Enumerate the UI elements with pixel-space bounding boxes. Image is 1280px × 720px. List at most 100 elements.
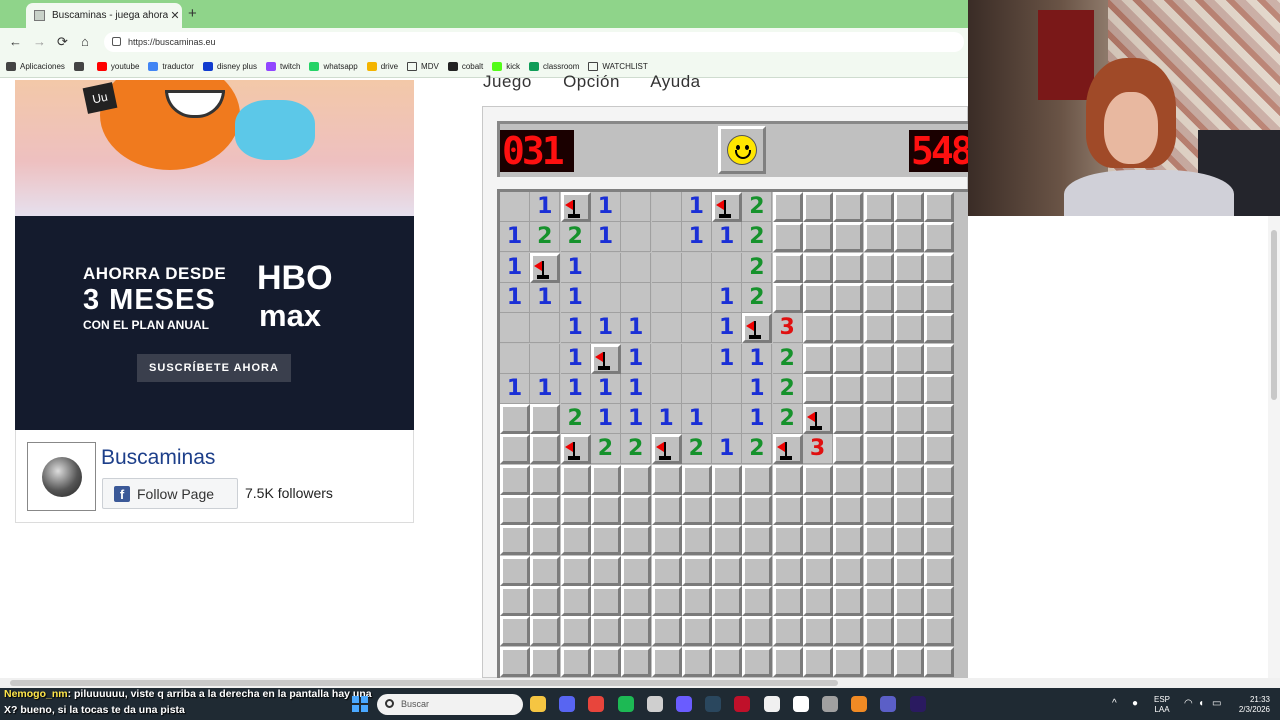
streamlabs-icon[interactable] [676, 696, 692, 712]
unrevealed-cell[interactable] [590, 464, 621, 495]
site-info-icon[interactable] [112, 37, 121, 46]
facebook-page-name[interactable]: Buscaminas [101, 446, 215, 470]
number-cell[interactable]: 1 [712, 222, 743, 253]
unrevealed-cell[interactable] [924, 222, 955, 253]
unrevealed-cell[interactable] [924, 525, 955, 556]
unrevealed-cell[interactable] [621, 646, 652, 677]
unrevealed-cell[interactable] [772, 464, 803, 495]
unrevealed-cell[interactable] [500, 464, 530, 495]
number-cell[interactable]: 1 [621, 404, 652, 435]
unrevealed-cell[interactable] [681, 585, 712, 616]
unrevealed-cell[interactable] [621, 585, 652, 616]
unrevealed-cell[interactable] [833, 555, 864, 586]
unrevealed-cell[interactable] [924, 404, 955, 435]
premiere-icon[interactable] [909, 696, 926, 712]
number-cell[interactable]: 1 [681, 404, 712, 435]
unrevealed-cell[interactable] [500, 434, 530, 465]
unrevealed-cell[interactable] [772, 585, 803, 616]
flagged-cell[interactable] [772, 434, 803, 465]
unrevealed-cell[interactable] [924, 343, 955, 374]
unrevealed-cell[interactable] [863, 464, 894, 495]
unrevealed-cell[interactable] [863, 282, 894, 313]
unrevealed-cell[interactable] [924, 373, 955, 404]
unrevealed-cell[interactable] [772, 555, 803, 586]
recorder-icon[interactable] [734, 696, 751, 712]
unrevealed-cell[interactable] [590, 646, 621, 677]
unrevealed-cell[interactable] [803, 343, 833, 374]
number-cell[interactable]: 2 [772, 404, 803, 435]
unrevealed-cell[interactable] [681, 616, 712, 647]
unrevealed-cell[interactable] [803, 646, 833, 677]
minesweeper-board[interactable]: 1112122111211211112111131111211111122111… [500, 192, 984, 678]
empty-cell[interactable] [590, 282, 621, 313]
unrevealed-cell[interactable] [924, 192, 955, 222]
unrevealed-cell[interactable] [651, 616, 682, 647]
empty-cell[interactable] [681, 343, 712, 374]
unrevealed-cell[interactable] [772, 252, 803, 283]
empty-cell[interactable] [621, 192, 652, 222]
unrevealed-cell[interactable] [893, 222, 924, 253]
unrevealed-cell[interactable] [742, 555, 773, 586]
unrevealed-cell[interactable] [712, 616, 743, 647]
unrevealed-cell[interactable] [803, 525, 833, 556]
flagged-cell[interactable] [742, 313, 773, 344]
number-cell[interactable]: 2 [621, 434, 652, 465]
unrevealed-cell[interactable] [924, 616, 955, 647]
number-cell[interactable]: 1 [500, 222, 530, 253]
language-indicator[interactable]: ESP LAA [1154, 695, 1170, 715]
number-cell[interactable]: 2 [772, 373, 803, 404]
unrevealed-cell[interactable] [500, 585, 530, 616]
number-cell[interactable]: 1 [560, 343, 591, 374]
unrevealed-cell[interactable] [560, 525, 591, 556]
empty-cell[interactable] [651, 192, 682, 222]
number-cell[interactable]: 1 [590, 313, 621, 344]
empty-cell[interactable] [621, 282, 652, 313]
unrevealed-cell[interactable] [742, 464, 773, 495]
unrevealed-cell[interactable] [772, 646, 803, 677]
unrevealed-cell[interactable] [742, 585, 773, 616]
page-avatar[interactable] [27, 442, 96, 511]
unrevealed-cell[interactable] [833, 404, 864, 435]
unrevealed-cell[interactable] [893, 585, 924, 616]
unrevealed-cell[interactable] [590, 525, 621, 556]
flagged-cell[interactable] [590, 343, 621, 374]
unrevealed-cell[interactable] [712, 555, 743, 586]
new-tab-button[interactable]: + [188, 5, 197, 22]
unrevealed-cell[interactable] [803, 373, 833, 404]
unrevealed-cell[interactable] [681, 464, 712, 495]
number-cell[interactable]: 1 [742, 343, 773, 374]
number-cell[interactable]: 2 [742, 222, 773, 253]
unrevealed-cell[interactable] [893, 373, 924, 404]
unrevealed-cell[interactable] [772, 616, 803, 647]
unrevealed-cell[interactable] [742, 525, 773, 556]
unrevealed-cell[interactable] [803, 282, 833, 313]
unrevealed-cell[interactable] [530, 464, 561, 495]
unrevealed-cell[interactable] [651, 646, 682, 677]
unrevealed-cell[interactable] [681, 525, 712, 556]
unrevealed-cell[interactable] [863, 192, 894, 222]
number-cell[interactable]: 1 [712, 343, 743, 374]
unrevealed-cell[interactable] [863, 252, 894, 283]
flagged-cell[interactable] [560, 192, 591, 222]
number-cell[interactable]: 1 [560, 373, 591, 404]
unrevealed-cell[interactable] [833, 192, 864, 222]
unrevealed-cell[interactable] [530, 585, 561, 616]
unrevealed-cell[interactable] [863, 646, 894, 677]
unrevealed-cell[interactable] [500, 495, 530, 525]
file-explorer-icon[interactable] [530, 696, 546, 712]
number-cell[interactable]: 1 [681, 192, 712, 222]
empty-cell[interactable] [621, 222, 652, 253]
unrevealed-cell[interactable] [530, 434, 561, 465]
unrevealed-cell[interactable] [530, 646, 561, 677]
empty-cell[interactable] [681, 252, 712, 283]
reset-smiley-button[interactable] [718, 126, 766, 174]
unrevealed-cell[interactable] [742, 495, 773, 525]
chevron-up-icon[interactable]: ^ [1112, 698, 1117, 709]
number-cell[interactable]: 2 [681, 434, 712, 465]
unrevealed-cell[interactable] [924, 282, 955, 313]
unrevealed-cell[interactable] [924, 585, 955, 616]
empty-cell[interactable] [681, 373, 712, 404]
number-cell[interactable]: 1 [590, 404, 621, 435]
bookmark-cobalt[interactable]: cobalt [447, 62, 483, 71]
unrevealed-cell[interactable] [863, 555, 894, 586]
